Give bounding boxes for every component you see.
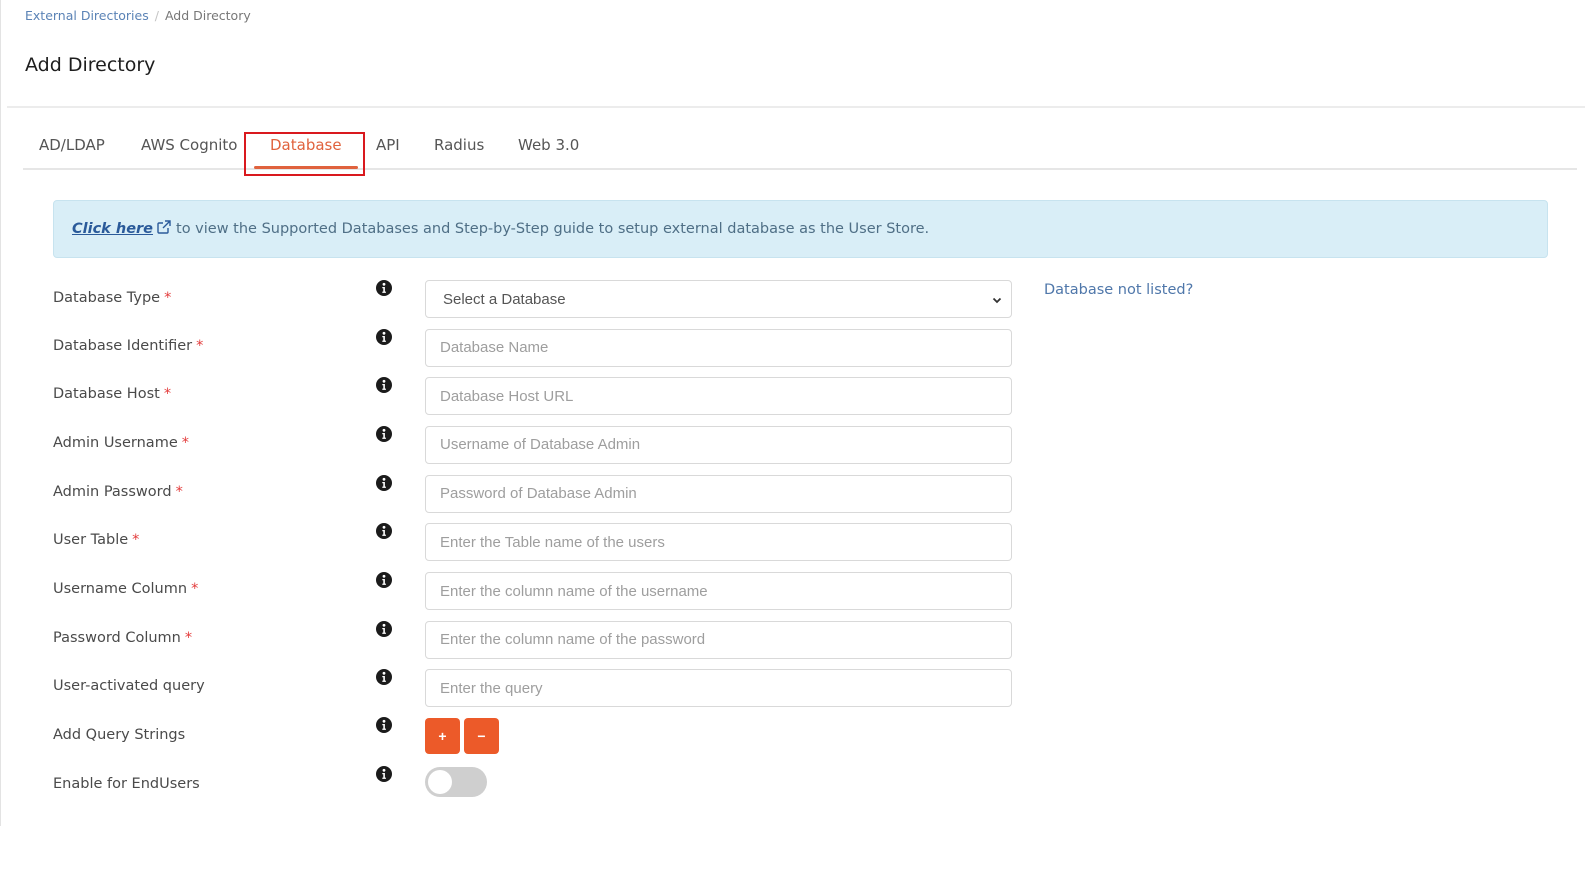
info-banner: Click here to view the Supported Databas… [53,200,1548,258]
page-title: Add Directory [25,54,156,76]
chevron-down-icon [992,297,1002,304]
info-icon[interactable] [376,572,392,588]
toggle-knob [428,770,452,794]
info-icon[interactable] [376,669,392,686]
label-text: User-activated query [53,678,205,695]
info-icon[interactable] [376,328,392,345]
form-row-enable-endusers: Enable for EndUsers [1,766,1594,806]
tab-web3[interactable]: Web 3.0 [518,136,579,154]
field-label: Admin Password * [53,484,183,500]
add-query-string-button[interactable]: + [425,718,460,754]
label-text: Database Identifier [53,337,193,354]
enable-endusers-toggle[interactable] [425,767,487,797]
breadcrumb-add-directory: Add Directory [164,8,251,23]
field-label: Username Column * [53,581,198,597]
field-label: Database Identifier * [53,338,203,354]
tab-aws-cognito[interactable]: AWS Cognito [141,136,237,154]
required-asterisk: * [184,629,193,646]
external-link-icon[interactable] [156,219,172,235]
info-icon[interactable] [376,717,392,733]
required-asterisk: * [181,434,189,451]
admin-username-input[interactable] [425,425,1012,464]
form-row-user-activated-query: User-activated query [1,669,1594,709]
label-text: Admin Password [53,483,172,500]
field-label: User-activated query [53,678,209,694]
form-row-admin-username: Admin Username * [1,425,1594,466]
field-label: Database Type * [53,290,171,306]
database-identifier-input[interactable] [425,328,1012,367]
guide-link[interactable]: Click here [72,221,153,237]
database-type-select[interactable]: Select a Database [425,280,1012,318]
required-asterisk: * [164,290,172,306]
info-icon[interactable] [376,425,392,442]
info-icon[interactable] [376,766,392,782]
info-icon[interactable] [376,474,392,491]
required-asterisk: * [191,581,199,597]
tab-ad-ldap[interactable]: AD/LDAP [39,136,105,154]
breadcrumb-separator: / [154,8,159,23]
label-text: Username Column [53,581,188,597]
form-row-admin-password: Admin Password * [1,474,1594,515]
banner-text: to view the Supported Databases and Step… [176,221,930,237]
info-icon[interactable] [376,620,392,637]
field-label: User Table * [53,532,139,548]
password-column-input[interactable] [425,620,1012,659]
label-text: Admin Username [53,434,178,451]
form-row-user-table: User Table * [1,523,1594,563]
header-divider [7,106,1585,108]
info-icon[interactable] [376,377,392,394]
info-icon[interactable] [376,523,392,540]
form-row-query-strings: Add Query Strings + − [1,717,1594,757]
label-text: Database Type [53,290,161,306]
label-text: Database Host [53,386,160,403]
username-column-input[interactable] [425,572,1012,610]
form-row-database-type: Database Type * Select a Database Databas… [1,280,1594,320]
tab-radius[interactable]: Radius [434,136,484,154]
breadcrumb: External Directories / Add Directory [25,8,251,23]
database-host-input[interactable] [425,377,1012,416]
field-label: Database Host * [53,386,171,402]
field-label: Admin Username * [53,435,189,451]
breadcrumb-external-directories[interactable]: External Directories [25,8,149,23]
required-asterisk: * [196,337,204,354]
label-text: User Table [53,532,129,549]
form-row-database-identifier: Database Identifier * [1,328,1594,369]
directory-type-tabs: AD/LDAP AWS Cognito Database API Radius … [23,128,1577,176]
page: External Directories / Add Directory Add… [0,0,1594,826]
remove-query-string-button[interactable]: − [464,718,499,754]
admin-password-input[interactable] [425,474,1012,513]
info-icon[interactable] [376,280,392,296]
field-label: Add Query Strings [53,727,186,743]
form-row-username-column: Username Column * [1,572,1594,612]
user-table-input[interactable] [425,523,1012,562]
form-row-database-host: Database Host * [1,377,1594,417]
required-asterisk: * [163,386,172,403]
required-asterisk: * [132,532,140,549]
field-label: Enable for EndUsers [53,776,200,792]
tab-highlight-box [244,132,365,176]
selected-value: Select a Database [443,290,566,308]
user-activated-query-input[interactable] [425,669,1012,708]
tab-api[interactable]: API [376,136,400,154]
form-row-password-column: Password Column * [1,620,1594,661]
required-asterisk: * [175,483,183,500]
database-not-listed-link[interactable]: Database not listed? [1044,282,1193,298]
field-label: Password Column * [53,630,192,646]
label-text: Password Column [53,629,181,646]
